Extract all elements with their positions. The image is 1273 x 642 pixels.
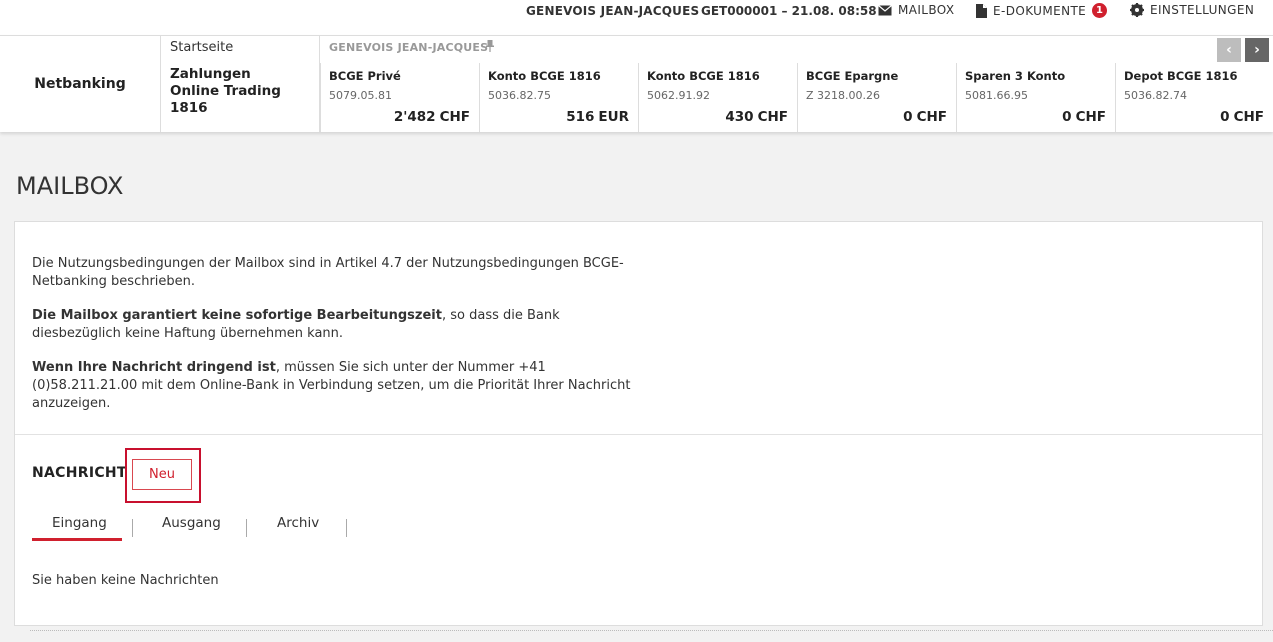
mailbox-label: MAILBOX: [898, 3, 955, 17]
tab-separator: [246, 519, 247, 537]
edocs-link[interactable]: E-DOKUMENTE 1: [976, 3, 1108, 18]
divider: [15, 434, 1262, 435]
pin-icon[interactable]: [486, 40, 494, 55]
top-bar: GENEVOIS JEAN-JACQUES GET000001 – 21.08.…: [0, 0, 1273, 35]
empty-state-message: Sie haben keine Nachrichten: [32, 573, 219, 588]
gear-icon: [1130, 3, 1144, 17]
account-number: Z 3218.00.26: [806, 89, 881, 102]
account-card[interactable]: Konto BCGE 1816 5062.91.92 430 CHF: [638, 63, 797, 132]
settings-label: EINSTELLUNGEN: [1150, 3, 1255, 17]
notification-badge: 1: [1092, 3, 1108, 18]
account-card[interactable]: BCGE Epargne Z 3218.00.26 0 CHF: [797, 63, 956, 132]
balance-currency: CHF: [1233, 109, 1264, 125]
account-number: 5079.05.81: [329, 89, 392, 102]
edocs-label: E-DOKUMENTE: [993, 3, 1087, 18]
account-number: 5036.82.75: [488, 89, 551, 102]
page-title: MAILBOX: [16, 172, 124, 200]
account-name: Depot BCGE 1816: [1124, 69, 1238, 83]
mailbox-link[interactable]: MAILBOX: [878, 3, 955, 17]
balance-amount: 0: [1062, 109, 1072, 125]
account-holder-name: GENEVOIS JEAN-JACQUES: [329, 41, 489, 54]
mailbox-info: Die Nutzungsbedingungen der Mailbox sind…: [32, 255, 642, 429]
info-urgent-bold: Wenn Ihre Nachricht dringend ist: [32, 360, 276, 375]
account-balance: 430 CHF: [721, 109, 788, 125]
account-name: BCGE Privé: [329, 69, 401, 83]
balance-currency: EUR: [598, 109, 629, 125]
account-card[interactable]: Sparen 3 Konto 5081.66.95 0 CHF: [956, 63, 1115, 132]
info-urgent: Wenn Ihre Nachricht dringend ist, müssen…: [32, 359, 642, 413]
account-number: 5036.82.74: [1124, 89, 1187, 102]
account-balance: 0 CHF: [1058, 109, 1106, 125]
messages-heading: NACHRICHT: [32, 465, 127, 481]
balance-amount: 2'482: [393, 109, 436, 125]
chevron-right-icon[interactable]: ›: [1245, 38, 1269, 62]
tab-ausgang[interactable]: Ausgang: [162, 515, 221, 531]
balance-currency: CHF: [757, 109, 788, 125]
balance-currency: CHF: [1075, 109, 1106, 125]
mailbox-panel: Die Nutzungsbedingungen der Mailbox sind…: [14, 221, 1263, 626]
tab-separator: [132, 519, 133, 537]
tab-eingang[interactable]: Eingang: [52, 515, 107, 531]
header: Netbanking Startseite Zahlungen Online T…: [0, 35, 1273, 132]
tab-archiv[interactable]: Archiv: [277, 515, 319, 531]
account-number: 5081.66.95: [965, 89, 1028, 102]
balance-amount: 0: [903, 109, 913, 125]
account-name: Konto BCGE 1816: [647, 69, 760, 83]
account-balance: 2'482 CHF: [390, 109, 470, 125]
account-name: Sparen 3 Konto: [965, 69, 1066, 83]
contract-session: GET000001 – 21.08. 08:58: [701, 4, 877, 18]
account-number: 5062.91.92: [647, 89, 710, 102]
balance-currency: CHF: [916, 109, 947, 125]
info-terms: Die Nutzungsbedingungen der Mailbox sind…: [32, 256, 624, 289]
tab-separator: [346, 519, 347, 537]
divider: [30, 630, 1273, 631]
chevron-left-icon[interactable]: ‹: [1217, 38, 1241, 62]
nav-online-trading[interactable]: Online Trading 1816: [170, 83, 319, 117]
balance-currency: CHF: [439, 109, 470, 125]
main-nav: Startseite Zahlungen Online Trading 1816: [161, 36, 320, 132]
user-name: GENEVOIS JEAN-JACQUES: [526, 4, 700, 18]
account-name: Konto BCGE 1816: [488, 69, 601, 83]
info-processing: Die Mailbox garantiert keine sofortige B…: [32, 307, 642, 343]
settings-link[interactable]: EINSTELLUNGEN: [1130, 3, 1254, 17]
account-card[interactable]: Konto BCGE 1816 5036.82.75 516 EUR: [479, 63, 638, 132]
account-name: BCGE Epargne: [806, 69, 899, 83]
account-balance: 516 EUR: [562, 109, 629, 125]
account-balance: 0 CHF: [899, 109, 947, 125]
account-card[interactable]: BCGE Privé 5079.05.81 2'482 CHF: [320, 63, 479, 132]
account-balance: 0 CHF: [1216, 109, 1264, 125]
envelope-icon: [878, 4, 892, 15]
balance-amount: 516: [566, 109, 595, 125]
info-processing-bold: Die Mailbox garantiert keine sofortige B…: [32, 308, 442, 323]
new-message-button[interactable]: Neu: [132, 459, 192, 490]
nav-zahlungen[interactable]: Zahlungen: [170, 66, 319, 83]
balance-amount: 430: [725, 109, 754, 125]
balance-amount: 0: [1220, 109, 1230, 125]
document-icon: [976, 3, 987, 18]
brand-netbanking[interactable]: Netbanking: [0, 36, 161, 132]
account-card[interactable]: Depot BCGE 1816 5036.82.74 0 CHF: [1115, 63, 1273, 132]
account-holder-bar: GENEVOIS JEAN-JACQUES ‹ ›: [320, 36, 1273, 62]
active-tab-indicator: [32, 538, 122, 541]
nav-startseite[interactable]: Startseite: [170, 40, 233, 55]
